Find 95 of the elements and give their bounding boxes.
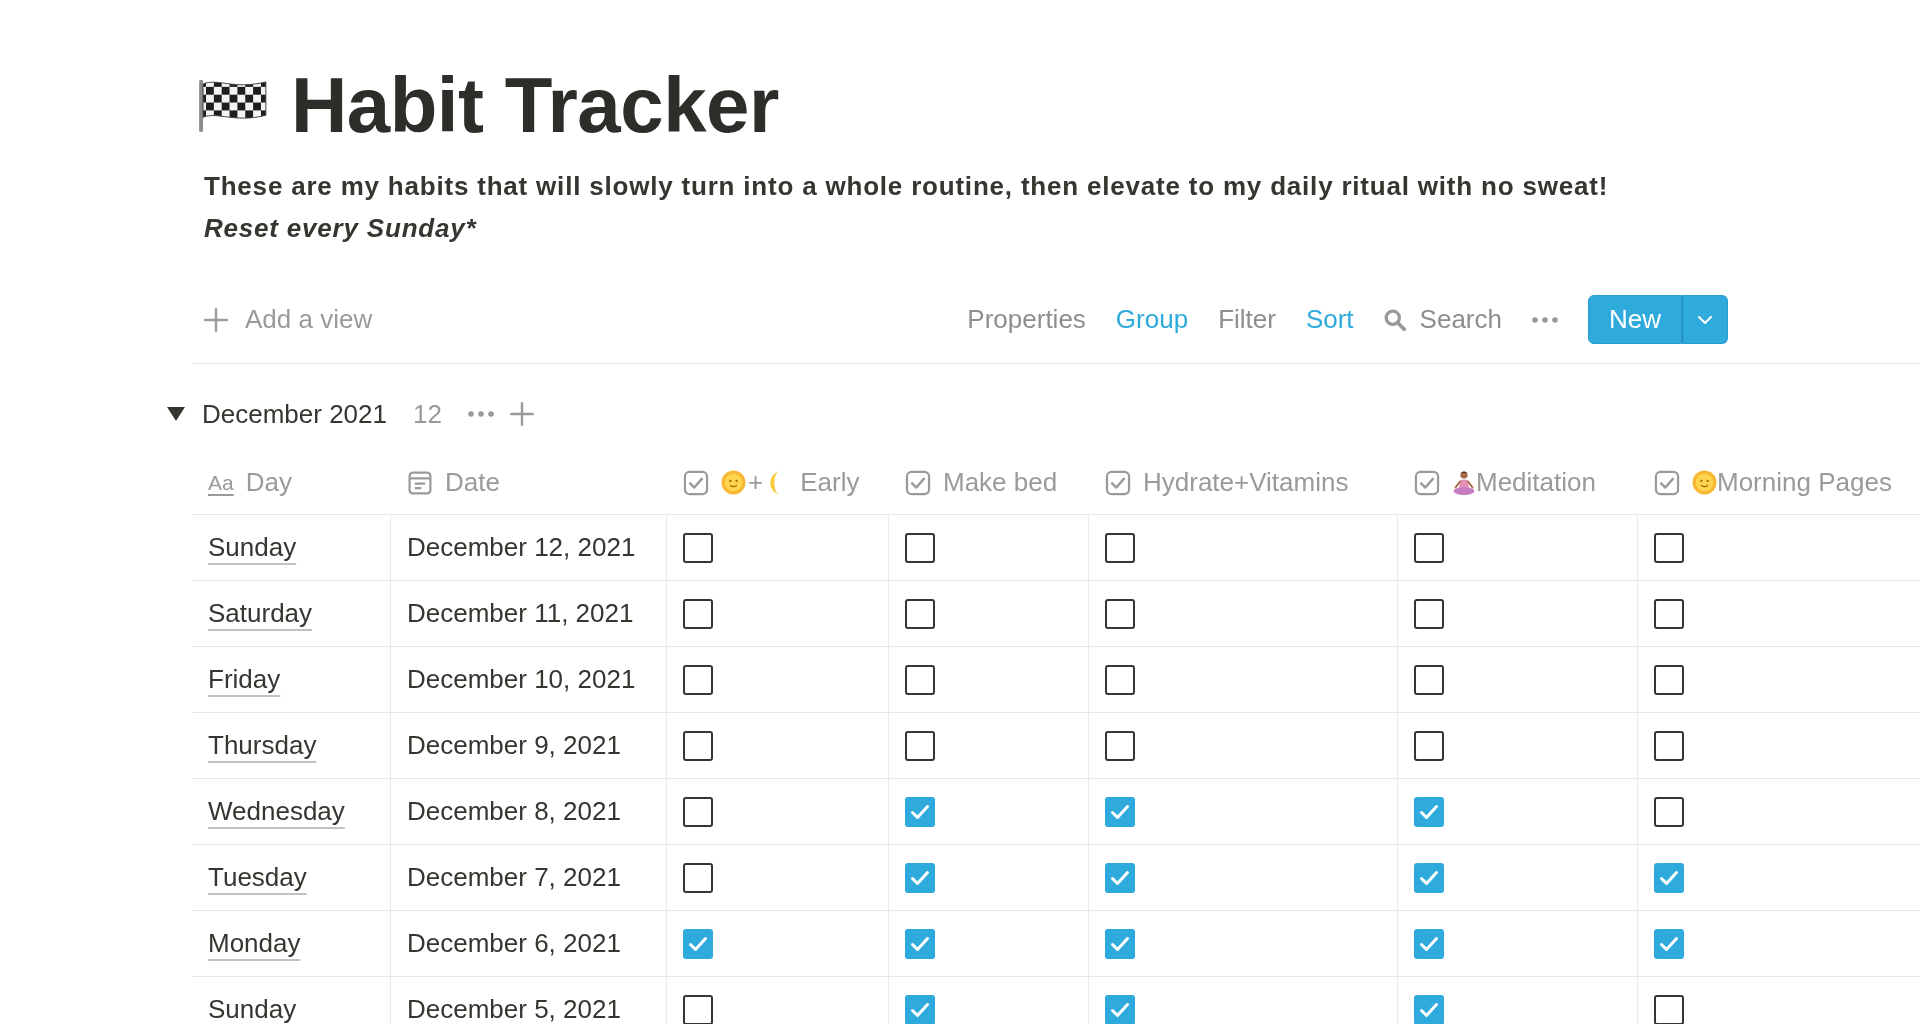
checkbox[interactable] [905, 994, 935, 1024]
row-title-link[interactable]: Saturday [208, 594, 313, 633]
chevron-down-icon [1698, 315, 1712, 324]
row-title-link[interactable]: Wednesday [208, 792, 345, 831]
checkbox[interactable] [905, 730, 935, 761]
checkbox[interactable] [683, 664, 713, 695]
new-button[interactable]: New [1588, 295, 1682, 344]
date-text: December 11, 2021 [407, 597, 634, 630]
column-header[interactable]: Hydrate+Vitamins [1143, 463, 1349, 502]
row-title-link[interactable]: Sunday [208, 528, 297, 567]
date-text: December 12, 2021 [407, 531, 636, 564]
checkbox[interactable] [1414, 862, 1444, 893]
checkered-flag-icon [198, 78, 267, 132]
add-view-button[interactable]: Add a view [204, 300, 373, 339]
checkbox[interactable] [1654, 598, 1684, 629]
calendar-icon [407, 469, 433, 496]
checkbox[interactable] [1414, 664, 1444, 695]
plus-icon [204, 307, 228, 332]
checkbox[interactable] [1414, 730, 1444, 761]
toolbar-button[interactable]: Group [1115, 300, 1189, 339]
checkbox[interactable] [905, 664, 935, 695]
date-text: December 5, 2021 [407, 993, 621, 1024]
text-type-glyph: Aa [208, 472, 234, 493]
toggle-triangle-icon[interactable] [167, 407, 185, 421]
checkbox-type-icon [1414, 469, 1440, 496]
checkbox[interactable] [905, 532, 935, 563]
column-header[interactable]: Meditation [1476, 463, 1596, 502]
page-note: Reset every Sunday* [203, 212, 478, 245]
checkbox[interactable] [905, 598, 935, 629]
date-text: December 7, 2021 [407, 861, 621, 894]
row-title-link[interactable]: Sunday [208, 990, 297, 1024]
checkbox[interactable] [1105, 796, 1135, 827]
column-header[interactable]: Make bed [943, 463, 1058, 502]
checkbox[interactable] [1414, 796, 1444, 827]
checkbox[interactable] [683, 862, 713, 893]
checkbox[interactable] [683, 730, 713, 761]
checkbox[interactable] [1654, 994, 1684, 1024]
checkbox[interactable] [905, 928, 935, 959]
sun-face-icon [721, 470, 746, 495]
checkbox[interactable] [1105, 928, 1135, 959]
checkbox[interactable] [1105, 994, 1135, 1024]
checkbox[interactable] [1654, 862, 1684, 893]
group-count: 12 [413, 397, 442, 431]
row-title-link[interactable]: Tuesday [208, 858, 307, 897]
checkbox-type-icon [905, 469, 931, 496]
checkbox[interactable] [1414, 532, 1444, 563]
checkbox[interactable] [1105, 862, 1135, 893]
more-icon[interactable] [1532, 316, 1558, 323]
date-text: December 9, 2021 [407, 729, 621, 762]
new-dropdown-button[interactable] [1682, 295, 1728, 344]
checkbox[interactable] [1105, 532, 1135, 563]
checkbox[interactable] [1105, 598, 1135, 629]
row-title-link[interactable]: Friday [208, 660, 281, 699]
page-title: Habit Tracker [291, 66, 779, 144]
group-title[interactable]: December 2021 [202, 394, 387, 434]
checkbox[interactable] [683, 928, 713, 959]
checkbox[interactable] [1414, 598, 1444, 629]
checkbox[interactable] [905, 862, 935, 893]
date-text: December 6, 2021 [407, 927, 621, 960]
joiner-text: + [748, 466, 764, 499]
checkbox-type-icon [1105, 469, 1131, 496]
checkbox[interactable] [1414, 994, 1444, 1024]
date-text: December 8, 2021 [407, 795, 621, 828]
meditating-person-icon [1452, 469, 1476, 496]
checkbox[interactable] [905, 796, 935, 827]
row-title-link[interactable]: Thursday [208, 726, 317, 765]
checkbox[interactable] [1654, 928, 1684, 959]
checkbox[interactable] [1654, 532, 1684, 563]
more-icon[interactable] [467, 411, 494, 417]
checkbox[interactable] [1654, 796, 1684, 827]
checkbox[interactable] [683, 994, 713, 1024]
search-icon [1383, 308, 1406, 331]
column-header[interactable]: Day [245, 463, 292, 502]
column-header[interactable]: Date [445, 463, 500, 502]
toolbar-button[interactable]: Filter [1218, 300, 1276, 339]
checkbox[interactable] [1105, 664, 1135, 695]
date-text: December 10, 2021 [407, 663, 636, 696]
sun-face-icon [1692, 470, 1717, 495]
column-header[interactable]: Morning Pages [1717, 463, 1892, 502]
add-icon[interactable] [509, 402, 534, 426]
checkbox-type-icon [1654, 469, 1680, 496]
page-description: These are my habits that will slowly turn into a whole routine, then elevate to my daily ritual with no sweat! [203, 170, 1610, 203]
toolbar-button[interactable]: Sort [1305, 300, 1354, 339]
column-header[interactable]: Early [800, 463, 860, 502]
checkbox[interactable] [1414, 928, 1444, 959]
toolbar-button[interactable]: Properties [967, 300, 1086, 339]
checkbox[interactable] [683, 532, 713, 563]
search-button[interactable]: Search [1383, 300, 1502, 339]
checkbox[interactable] [683, 598, 713, 629]
checkbox[interactable] [1654, 730, 1684, 761]
checkbox[interactable] [1105, 730, 1135, 761]
row-title-link[interactable]: Monday [208, 924, 301, 963]
checkbox-type-icon [683, 469, 709, 496]
checkbox[interactable] [683, 796, 713, 827]
checkbox[interactable] [1654, 664, 1684, 695]
